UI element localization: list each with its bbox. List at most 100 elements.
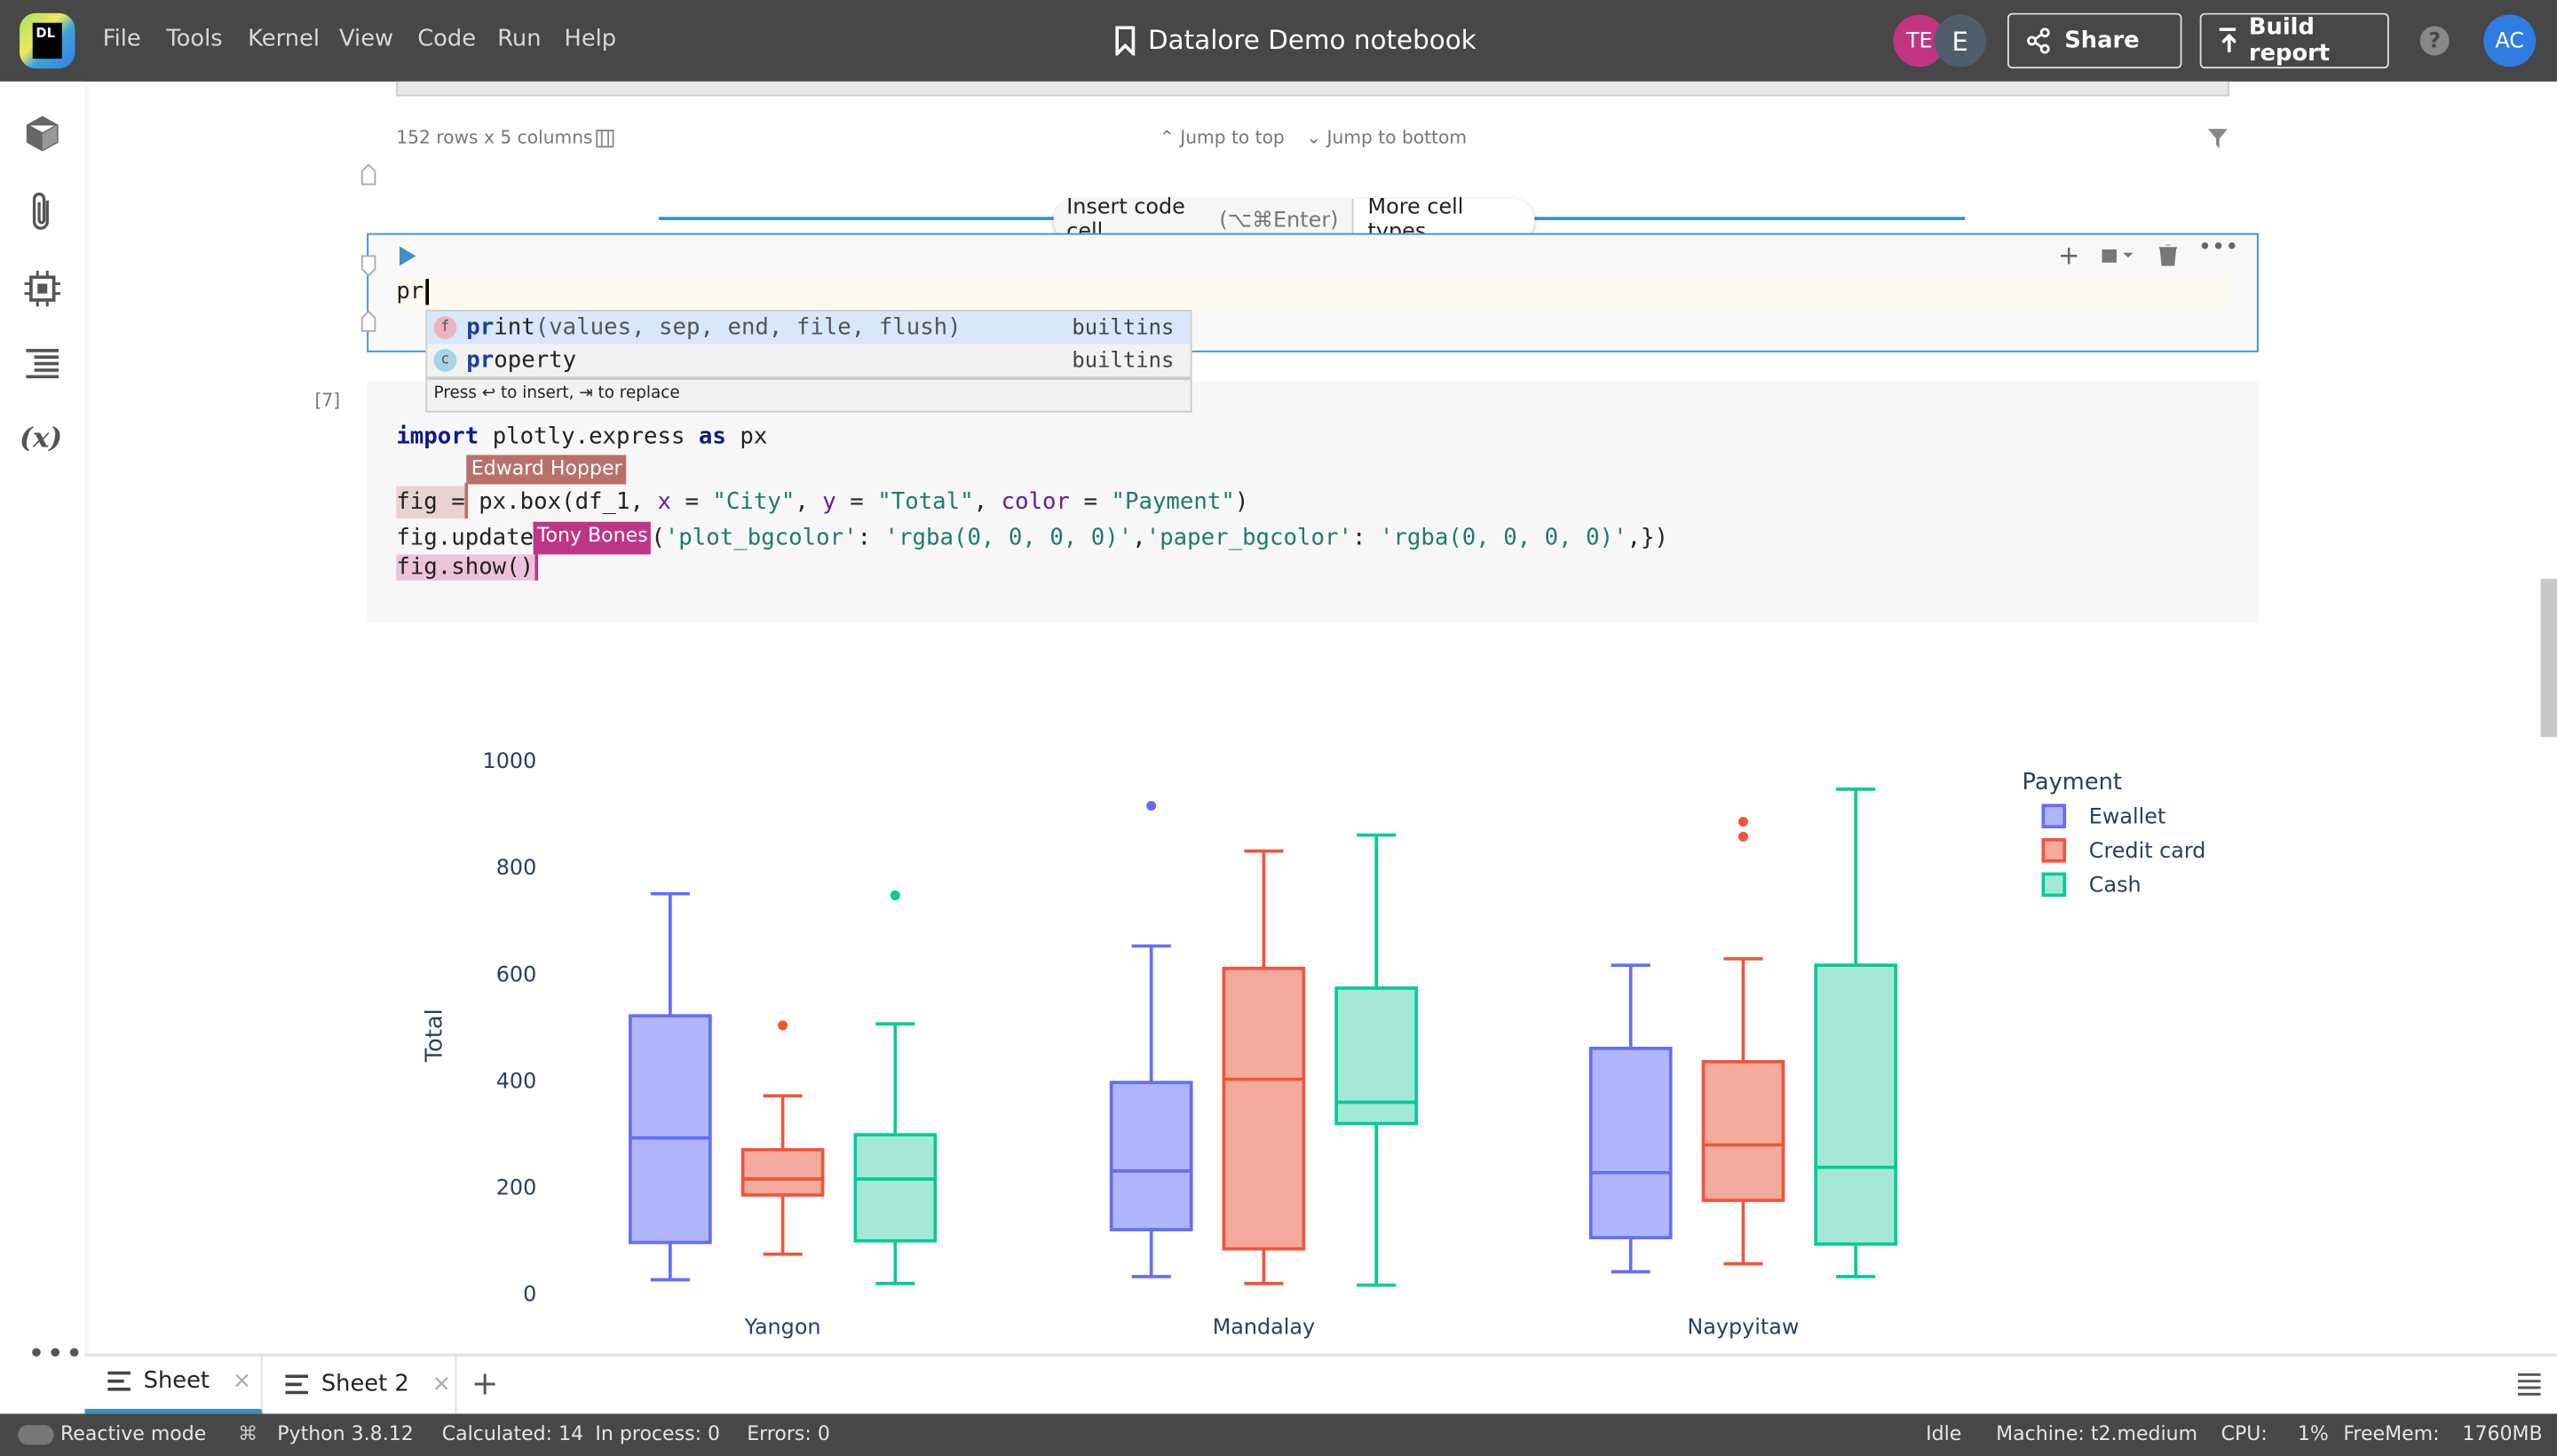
share-icon bbox=[2027, 28, 2050, 54]
outlier-point bbox=[1738, 817, 1748, 827]
cpu-label: CPU: bbox=[2221, 1421, 2268, 1445]
y-axis-title: Total bbox=[422, 1009, 448, 1063]
menu-run[interactable]: Run bbox=[497, 26, 541, 51]
box-cash bbox=[853, 1133, 938, 1243]
cell-type-icon[interactable] bbox=[2101, 246, 2133, 265]
box-cash bbox=[1814, 963, 1898, 1246]
box-credit-card bbox=[1222, 966, 1306, 1251]
cpu-value: 1% bbox=[2297, 1421, 2329, 1445]
more-icon[interactable]: ••• bbox=[28, 1337, 84, 1372]
execution-count: [7] bbox=[314, 389, 341, 411]
close-tab-icon[interactable]: × bbox=[431, 1371, 451, 1397]
cube-icon[interactable] bbox=[23, 115, 62, 154]
y-tick-label: 600 bbox=[496, 961, 537, 986]
notebook-title[interactable]: Datalore Demo notebook bbox=[1148, 25, 1476, 56]
outline-icon[interactable] bbox=[25, 347, 60, 383]
python-version[interactable]: Python 3.8.12 bbox=[277, 1422, 414, 1445]
add-sheet-button[interactable]: + bbox=[471, 1363, 499, 1402]
code-line: fig = px.box(df_1, x = "City", y = "Tota… bbox=[396, 489, 1249, 516]
collapse-handle-icon[interactable] bbox=[360, 310, 376, 333]
sheets-menu-icon[interactable] bbox=[2517, 1373, 2541, 1397]
help-icon[interactable]: ? bbox=[2419, 26, 2450, 56]
cell-more-icon[interactable]: ••• bbox=[2198, 234, 2239, 260]
menu-help[interactable]: Help bbox=[564, 26, 616, 51]
y-tick-label: 1000 bbox=[483, 748, 537, 773]
autocomplete-item-property[interactable]: c pr operty builtins bbox=[427, 344, 1191, 377]
machine-type[interactable]: Machine: t2.medium bbox=[1996, 1422, 2197, 1445]
user-avatar[interactable]: AC bbox=[2483, 14, 2537, 67]
delete-cell-icon[interactable] bbox=[2158, 244, 2177, 266]
legend-swatch bbox=[2041, 803, 2067, 829]
sheet-icon bbox=[285, 1373, 309, 1394]
cell-editor-line[interactable]: pr bbox=[396, 277, 2229, 310]
python-icon: ⌘ bbox=[238, 1421, 258, 1445]
box-ewallet bbox=[629, 1014, 712, 1245]
y-tick-label: 800 bbox=[496, 855, 537, 880]
y-tick-label: 400 bbox=[496, 1068, 537, 1093]
legend-label: Cash bbox=[2089, 873, 2141, 898]
box-credit-card bbox=[740, 1148, 825, 1197]
code-cell[interactable]: import plotly.express as px Edward Hoppe… bbox=[367, 381, 2259, 623]
x-tick-label: Naypyitaw bbox=[1687, 1314, 1799, 1339]
vertical-scrollbar[interactable] bbox=[2540, 579, 2557, 738]
variables-icon[interactable]: (x) bbox=[20, 423, 62, 455]
table-summary: 152 rows x 5 columns bbox=[396, 127, 593, 149]
box-ewallet bbox=[1109, 1080, 1193, 1231]
jump-to-top-link[interactable]: ⌃ Jump to top bbox=[1160, 127, 1285, 148]
menu-kernel[interactable]: Kernel bbox=[248, 26, 320, 51]
legend-swatch bbox=[2041, 838, 2067, 863]
collaborator-avatar[interactable]: E bbox=[1934, 14, 1987, 67]
sheet-tab[interactable]: Sheet 2 × bbox=[263, 1353, 457, 1414]
legend-title: Payment bbox=[2023, 769, 2123, 795]
data-table-bottom bbox=[396, 81, 2229, 97]
chip-icon[interactable] bbox=[23, 269, 62, 308]
calculated-count: Calculated: 14 bbox=[441, 1421, 584, 1445]
box-plot-chart: 0 200 400 600 800 1000 Total Yangon Mandalay Nayp… bbox=[422, 748, 2206, 1339]
menu-view[interactable]: View bbox=[339, 26, 393, 51]
freemem-label: FreeMem: bbox=[2343, 1421, 2440, 1445]
menu-file[interactable]: File bbox=[103, 26, 141, 51]
autocomplete-popup: f pr int (values, sep, end, file, flush) b… bbox=[425, 309, 1192, 413]
collapse-handle-icon[interactable] bbox=[360, 255, 376, 278]
autocomplete-item-print[interactable]: f pr int (values, sep, end, file, flush) b… bbox=[427, 311, 1191, 344]
datalore-logo[interactable]: DL bbox=[20, 12, 75, 69]
text-cursor bbox=[425, 279, 429, 305]
in-process-count: In process: 0 bbox=[595, 1421, 721, 1445]
class-badge-icon: c bbox=[433, 349, 457, 372]
build-report-button[interactable]: Build report bbox=[2199, 12, 2389, 69]
top-bar: DL File Tools Kernel View Code Run Help … bbox=[0, 0, 2557, 82]
bookmark-icon bbox=[1115, 26, 1136, 56]
code-line: import plotly.express as px bbox=[396, 423, 768, 450]
add-cell-icon[interactable]: + bbox=[2058, 240, 2080, 271]
outlier-point bbox=[1738, 831, 1748, 842]
close-tab-icon[interactable]: × bbox=[233, 1368, 252, 1394]
legend-label: Credit card bbox=[2089, 838, 2206, 863]
filter-icon[interactable] bbox=[2207, 129, 2228, 149]
outlier-point bbox=[1146, 801, 1157, 811]
outlier-point bbox=[890, 890, 900, 900]
sheet-icon bbox=[107, 1371, 131, 1391]
jump-to-bottom-link[interactable]: ⌄ Jump to bottom bbox=[1306, 127, 1467, 148]
collapse-handle-icon[interactable] bbox=[360, 163, 376, 186]
x-tick-label: Yangon bbox=[744, 1314, 821, 1339]
run-cell-icon[interactable] bbox=[398, 246, 417, 266]
status-bar: Reactive mode ⌘ Python 3.8.12 Calculated… bbox=[0, 1413, 2557, 1456]
sheet-tab[interactable]: Sheet × bbox=[84, 1353, 263, 1414]
menu-code[interactable]: Code bbox=[417, 26, 476, 51]
reactive-mode-toggle[interactable] bbox=[18, 1425, 54, 1445]
function-badge-icon: f bbox=[433, 316, 457, 340]
y-tick-label: 0 bbox=[523, 1282, 536, 1307]
outlier-point bbox=[778, 1020, 788, 1031]
share-button[interactable]: Share bbox=[2007, 12, 2182, 69]
paperclip-icon[interactable] bbox=[28, 191, 57, 233]
box-ewallet bbox=[1588, 1047, 1673, 1239]
code-line: fig.update Tony Bones('plot_bgcolor': 'rg… bbox=[396, 521, 1668, 555]
columns-icon[interactable] bbox=[595, 129, 614, 148]
y-tick-label: 200 bbox=[496, 1175, 537, 1200]
x-tick-label: Mandalay bbox=[1213, 1314, 1315, 1339]
code-line: fig.show() bbox=[396, 554, 539, 581]
menu-tools[interactable]: Tools bbox=[166, 26, 222, 51]
autocomplete-hint: Press ↩ to insert, ⇥ to replace bbox=[427, 376, 1191, 411]
upload-icon bbox=[2219, 28, 2236, 52]
legend-label: Ewallet bbox=[2089, 804, 2166, 829]
